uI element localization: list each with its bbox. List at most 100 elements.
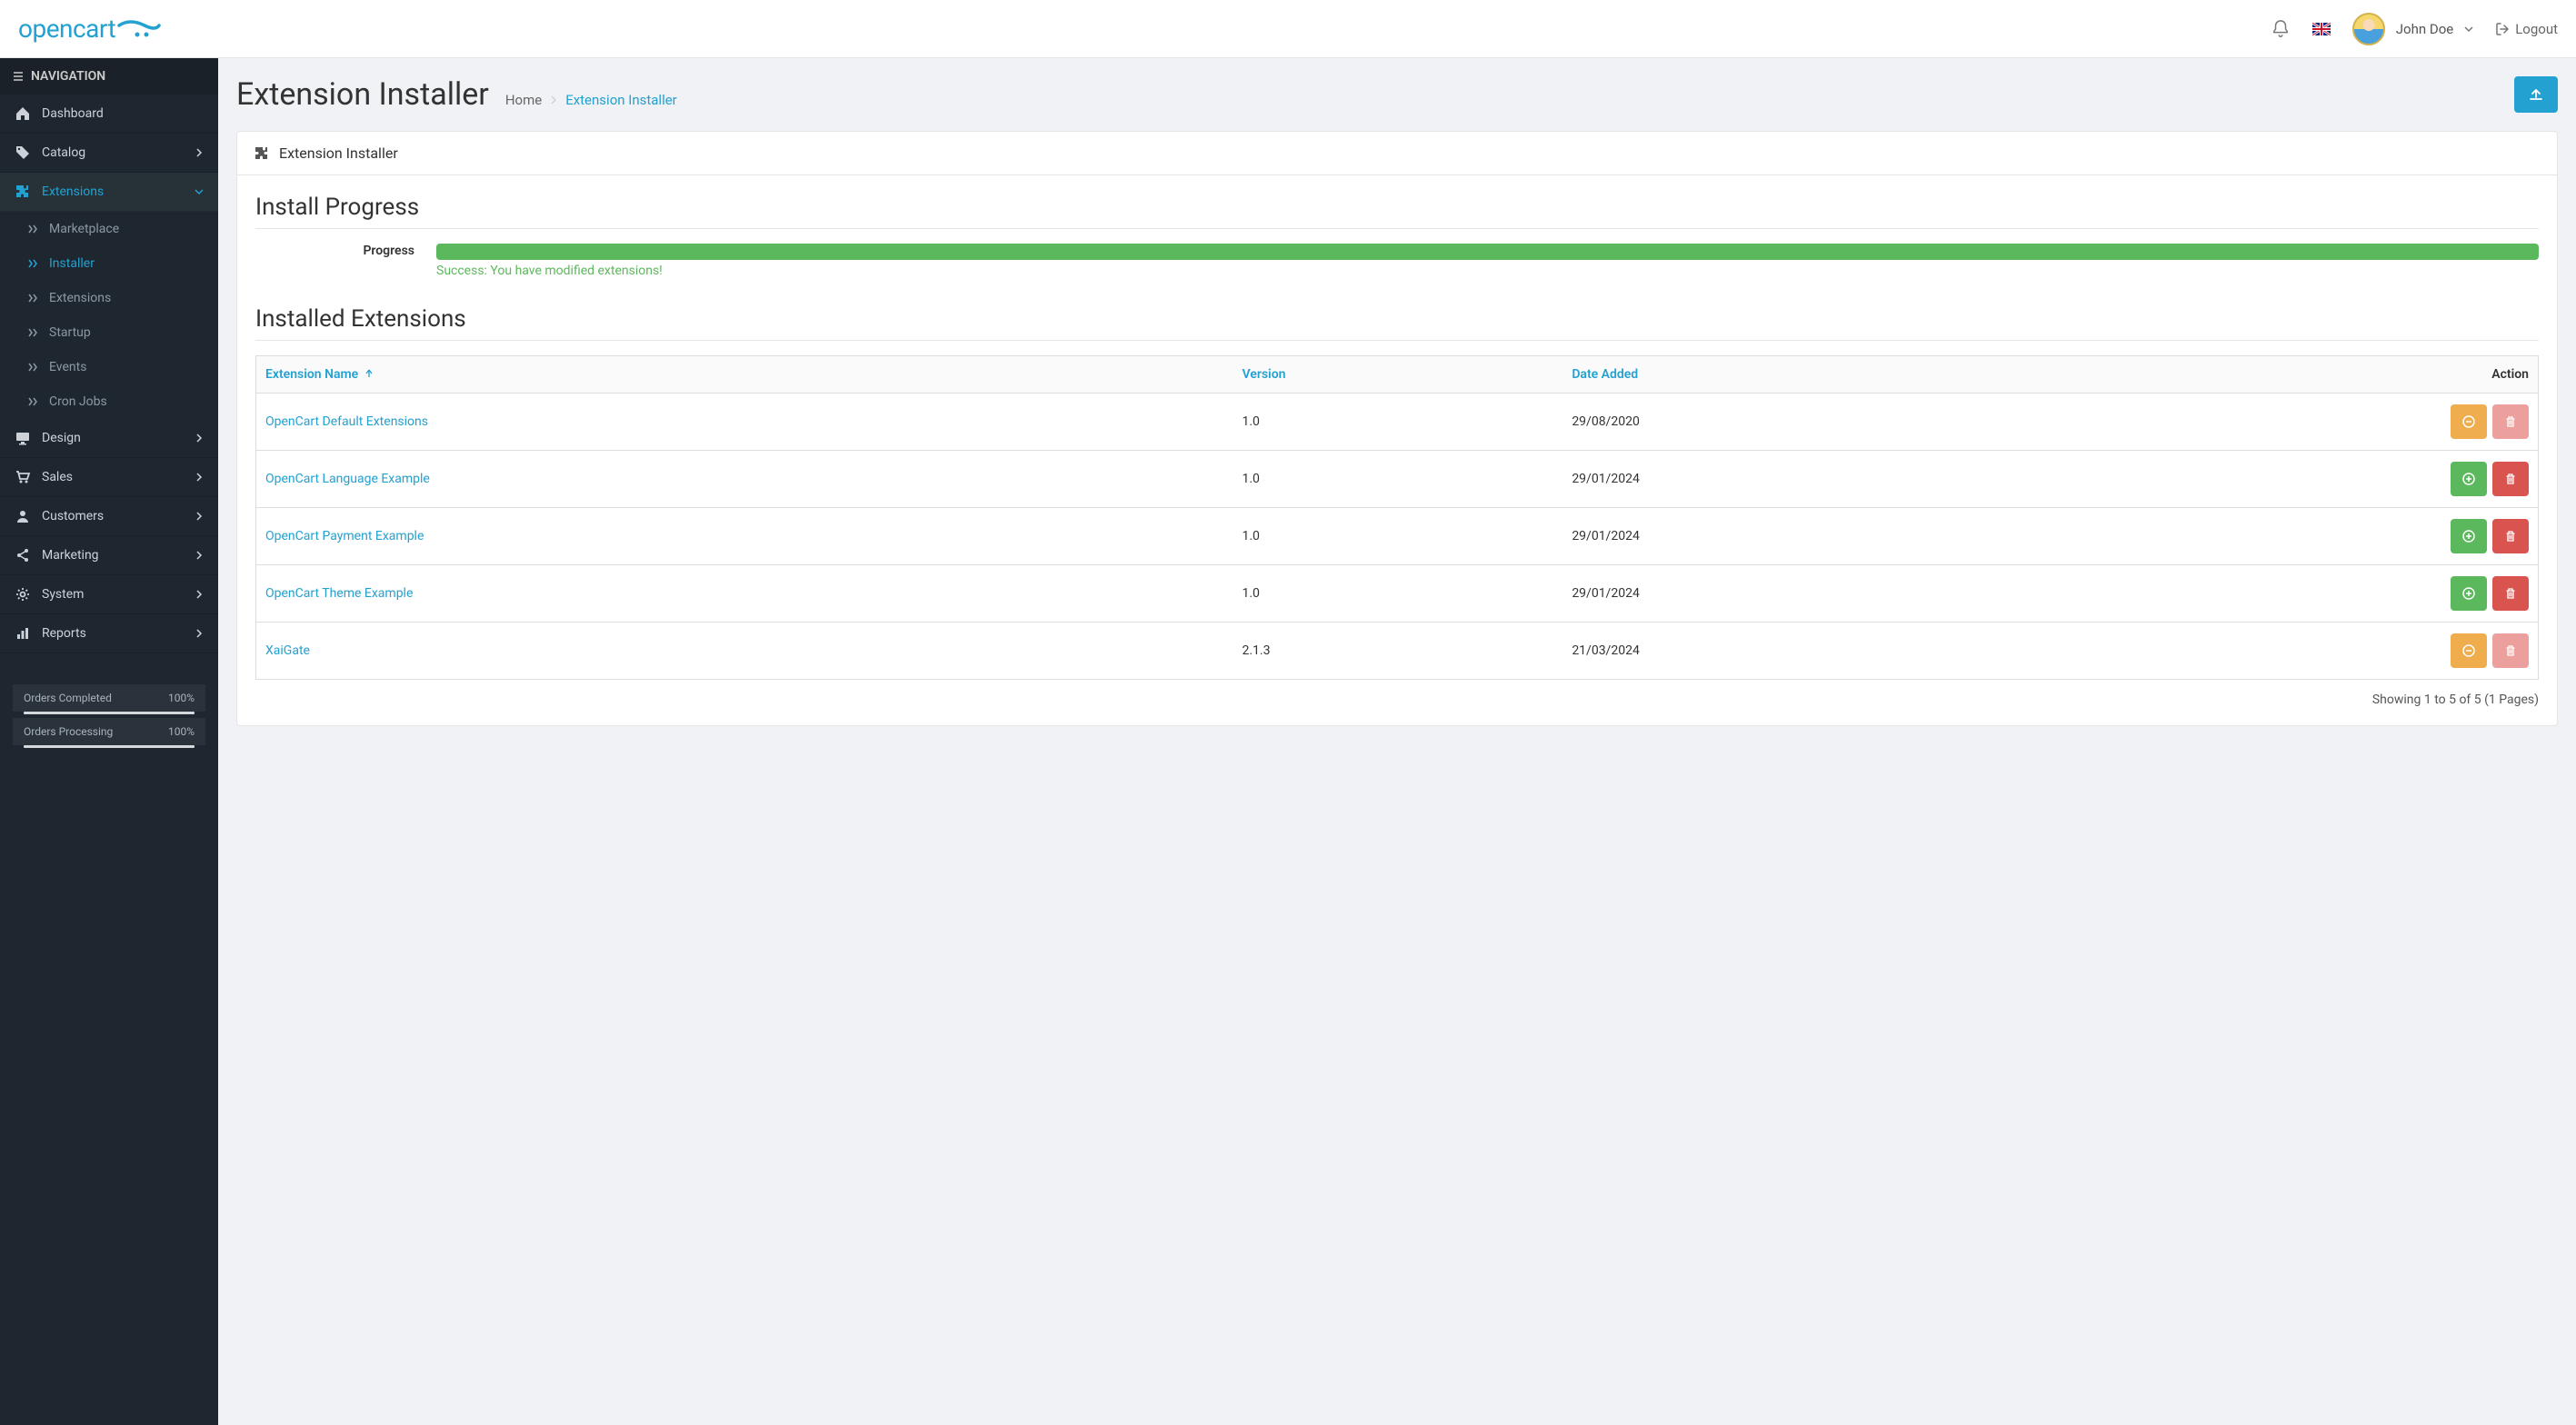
cell-version: 2.1.3 [1233, 623, 1563, 680]
cell-version: 1.0 [1233, 565, 1563, 623]
cell-date: 21/03/2024 [1563, 623, 2022, 680]
double-chevron-icon [27, 397, 38, 406]
chevron-right-icon [195, 590, 204, 599]
breadcrumb-current[interactable]: Extension Installer [565, 92, 677, 108]
col-date[interactable]: Date Added [1563, 356, 2022, 394]
nav-label: Sales [42, 470, 73, 484]
sidebar: NAVIGATION DashboardCatalogExtensionsMar… [0, 58, 218, 1425]
logout-label: Logout [2515, 21, 2558, 37]
progress-message: Success: You have modified extensions! [436, 264, 2539, 278]
nav-subitem-events[interactable]: Events [0, 350, 218, 384]
user-icon [15, 508, 31, 524]
nav-subitem-startup[interactable]: Startup [0, 315, 218, 350]
plus-circle-icon [2462, 530, 2475, 543]
nav-item-extensions[interactable]: Extensions [0, 173, 218, 212]
sidebar-stats: Orders Completed100%Orders Processing100… [0, 672, 218, 764]
col-version[interactable]: Version [1233, 356, 1563, 394]
extension-link[interactable]: OpenCart Theme Example [265, 586, 413, 601]
cart-icon [15, 469, 31, 485]
flag-icon [2312, 23, 2331, 35]
nav-subitem-installer[interactable]: Installer [0, 246, 218, 281]
delete-button [2492, 633, 2529, 668]
extension-link[interactable]: OpenCart Language Example [265, 472, 430, 486]
nav-item-design[interactable]: Design [0, 419, 218, 458]
nav-subitem-marketplace[interactable]: Marketplace [0, 212, 218, 246]
gear-icon [15, 586, 31, 603]
installer-panel: Extension Installer Install Progress Pro… [236, 131, 2558, 726]
menu-icon [13, 71, 24, 82]
delete-button[interactable] [2492, 462, 2529, 496]
progress-label: Progress [255, 244, 414, 258]
extension-link[interactable]: XaiGate [265, 643, 310, 658]
cell-date: 29/01/2024 [1563, 565, 2022, 623]
user-menu[interactable]: John Doe [2352, 13, 2473, 45]
trash-icon [2504, 415, 2517, 428]
stat-value: 100% [168, 725, 195, 738]
nav-label: Customers [42, 509, 104, 523]
breadcrumb-home[interactable]: Home [505, 92, 542, 108]
bell-icon [2271, 19, 2291, 39]
nav-item-marketing[interactable]: Marketing [0, 536, 218, 575]
notifications-button[interactable] [2271, 19, 2291, 39]
nav-item-catalog[interactable]: Catalog [0, 134, 218, 173]
nav-item-reports[interactable]: Reports [0, 614, 218, 653]
double-chevron-icon [27, 259, 38, 268]
page-header: Extension Installer Home Extension Insta… [236, 76, 2558, 113]
logo[interactable]: opencart [18, 14, 161, 44]
uninstall-button[interactable] [2451, 404, 2487, 439]
cell-action [2022, 623, 2539, 680]
nav-sublabel: Events [49, 360, 86, 374]
install-button[interactable] [2451, 576, 2487, 611]
nav-label: Marketing [42, 548, 99, 563]
nav-item-customers[interactable]: Customers [0, 497, 218, 536]
main-content: Extension Installer Home Extension Insta… [218, 58, 2576, 1425]
nav-subitem-extensions[interactable]: Extensions [0, 281, 218, 315]
stat-value: 100% [168, 692, 195, 704]
col-action: Action [2022, 356, 2539, 394]
share-icon [15, 547, 31, 563]
installed-heading: Installed Extensions [255, 305, 2539, 341]
nav-label: Catalog [42, 145, 85, 160]
logout-link[interactable]: Logout [2495, 21, 2558, 37]
puzzle-icon [15, 184, 31, 200]
delete-button[interactable] [2492, 576, 2529, 611]
cell-action [2022, 394, 2539, 451]
uninstall-button[interactable] [2451, 633, 2487, 668]
nav-item-sales[interactable]: Sales [0, 458, 218, 497]
top-header: opencart John Doe [0, 0, 2576, 58]
install-button[interactable] [2451, 519, 2487, 553]
progress-bar [436, 244, 2539, 260]
breadcrumb: Home Extension Installer [505, 92, 677, 108]
panel-header: Extension Installer [237, 132, 2557, 175]
plus-circle-icon [2462, 587, 2475, 600]
double-chevron-icon [27, 328, 38, 337]
chart-icon [15, 625, 31, 642]
upload-icon [2528, 86, 2544, 103]
delete-button[interactable] [2492, 519, 2529, 553]
table-row: XaiGate 2.1.321/03/2024 [256, 623, 2539, 680]
upload-button[interactable] [2514, 76, 2558, 113]
install-button[interactable] [2451, 462, 2487, 496]
language-flag-button[interactable] [2312, 23, 2331, 35]
cell-date: 29/01/2024 [1563, 508, 2022, 565]
double-chevron-icon [27, 224, 38, 234]
extension-link[interactable]: OpenCart Default Extensions [265, 414, 428, 429]
puzzle-icon [254, 145, 270, 162]
table-row: OpenCart Default Extensions1.029/08/2020 [256, 394, 2539, 451]
nav-label: System [42, 587, 84, 602]
progress-row: Progress Success: You have modified exte… [255, 244, 2539, 278]
nav-item-dashboard[interactable]: Dashboard [0, 95, 218, 134]
stat-bar [24, 745, 195, 748]
logo-text: opencart [18, 14, 115, 44]
stat-label: Orders Processing [24, 725, 113, 738]
chevron-right-icon [195, 148, 204, 157]
chevron-right-icon [195, 629, 204, 638]
col-name[interactable]: Extension Name [256, 356, 1233, 394]
nav-item-system[interactable]: System [0, 575, 218, 614]
cell-version: 1.0 [1233, 394, 1563, 451]
extension-link[interactable]: OpenCart Payment Example [265, 529, 424, 543]
nav-subitem-cron-jobs[interactable]: Cron Jobs [0, 384, 218, 419]
chevron-right-icon [195, 512, 204, 521]
cell-action [2022, 508, 2539, 565]
home-icon [15, 105, 31, 122]
